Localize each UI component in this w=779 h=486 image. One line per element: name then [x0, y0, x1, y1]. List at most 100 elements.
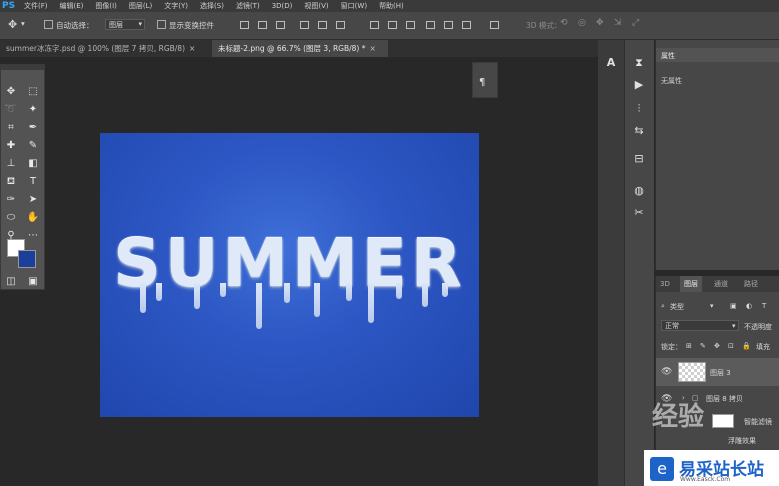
- tab-layers[interactable]: 图层: [680, 276, 702, 292]
- align-left-icon[interactable]: [300, 21, 309, 29]
- path-select-icon[interactable]: ➤: [25, 193, 41, 207]
- watermark-jingyan-text: 经验: [652, 402, 705, 432]
- background-color-swatch[interactable]: [18, 250, 36, 268]
- menu-type[interactable]: 文字(Y): [164, 1, 188, 11]
- brush-tool-icon[interactable]: ✎: [25, 139, 41, 153]
- type-tool-icon[interactable]: T: [25, 175, 41, 189]
- clone-stamp-icon[interactable]: ⊥: [3, 157, 19, 171]
- distribute-top-icon[interactable]: [370, 21, 379, 29]
- clone-source-icon[interactable]: ⊟: [631, 152, 647, 166]
- lasso-tool-icon[interactable]: ➰: [3, 103, 19, 117]
- 3d-slide-icon[interactable]: ⇲: [614, 18, 622, 28]
- marquee-tool-icon[interactable]: ⬚: [25, 85, 41, 99]
- filter-pixel-icon[interactable]: ▣: [730, 302, 737, 310]
- 3d-orbit-icon[interactable]: ⟲: [560, 18, 568, 28]
- collapsed-panel[interactable]: ¶: [472, 62, 498, 98]
- distribute-bottom-icon[interactable]: [406, 21, 415, 29]
- magic-wand-icon[interactable]: ✦: [25, 103, 41, 117]
- tab-channels[interactable]: 通道: [710, 276, 732, 292]
- menu-filter[interactable]: 滤镜(T): [236, 1, 260, 11]
- more-tools-icon[interactable]: ⋯: [25, 229, 41, 243]
- chevron-down-icon[interactable]: ▾: [21, 19, 25, 28]
- tab-3d[interactable]: 3D: [656, 276, 674, 292]
- close-icon[interactable]: ×: [370, 44, 376, 53]
- move-tool-icon[interactable]: ✥: [3, 85, 19, 99]
- document-canvas[interactable]: SUMMER: [100, 133, 479, 417]
- align-hcenter-icon[interactable]: [318, 21, 327, 29]
- search-icon: ⌕: [661, 302, 665, 310]
- quick-mask-icon[interactable]: ◫: [3, 275, 19, 289]
- filter-type-icon[interactable]: T: [762, 302, 766, 310]
- 3d-panel-icon[interactable]: ◍: [631, 184, 647, 198]
- menu-window[interactable]: 窗口(W): [341, 1, 367, 11]
- eyedropper-icon[interactable]: ✒: [25, 121, 41, 135]
- menu-3d[interactable]: 3D(D): [272, 2, 293, 10]
- screen-mode-icon[interactable]: ▣: [25, 275, 41, 289]
- menu-bar: PS 文件(F) 编辑(E) 图像(I) 图层(L) 文字(Y) 选择(S) 滤…: [0, 0, 779, 12]
- pen-tool-icon[interactable]: ✑: [3, 193, 19, 207]
- chevron-down-icon[interactable]: ▾: [710, 302, 714, 310]
- menu-help[interactable]: 帮助(H): [379, 1, 404, 11]
- distribute-vcenter-icon[interactable]: [388, 21, 397, 29]
- character-panel-icon[interactable]: A: [603, 56, 619, 70]
- menu-select[interactable]: 选择(S): [200, 1, 224, 11]
- menu-view[interactable]: 视图(V): [304, 1, 328, 11]
- brand-url: Www.Easck.Com: [680, 476, 731, 483]
- filter-name: 浮雕效果: [728, 437, 756, 445]
- tab-paths[interactable]: 路径: [740, 276, 762, 292]
- history-icon[interactable]: ⧗: [631, 56, 647, 70]
- 3d-pan-icon[interactable]: ✥: [596, 18, 604, 28]
- hand-tool-icon[interactable]: ✋: [25, 211, 41, 225]
- lock-position-icon[interactable]: ✥: [714, 342, 720, 350]
- filter-adjust-icon[interactable]: ◐: [746, 302, 752, 310]
- brush-settings-icon[interactable]: ⫶: [631, 102, 647, 116]
- distribute-right-icon[interactable]: [462, 21, 471, 29]
- eraser-icon[interactable]: ◧: [25, 157, 41, 171]
- adjustments-icon[interactable]: ⇆: [631, 124, 647, 138]
- ice-drip: [156, 283, 162, 301]
- paint-bucket-icon[interactable]: ⛾: [3, 175, 19, 189]
- lock-all-icon[interactable]: 🔒: [742, 342, 751, 350]
- distribute-left-icon[interactable]: [426, 21, 435, 29]
- close-icon[interactable]: ×: [189, 44, 195, 53]
- ellipse-tool-icon[interactable]: ⬭: [3, 211, 19, 225]
- properties-tab[interactable]: 属性: [656, 48, 779, 62]
- toolbox-grip[interactable]: [1, 65, 44, 70]
- layer-row-layer3[interactable]: 👁 图层 3: [656, 358, 779, 386]
- align-bottom-icon[interactable]: [276, 21, 285, 29]
- crop-tool-icon[interactable]: ⌗: [3, 121, 19, 135]
- emboss-filter-row[interactable]: 浮雕效果: [656, 436, 779, 448]
- distribute-hcenter-icon[interactable]: [444, 21, 453, 29]
- lock-pixels-icon[interactable]: ✎: [700, 342, 706, 350]
- paragraph-icon[interactable]: ¶: [479, 77, 485, 88]
- show-transform-label: 显示变换控件: [169, 21, 214, 30]
- ice-drip: [194, 283, 200, 309]
- healing-brush-icon[interactable]: ✚: [3, 139, 19, 153]
- layer-filter-select[interactable]: 类型: [670, 302, 684, 312]
- auto-align-icon[interactable]: [490, 21, 499, 29]
- menu-image[interactable]: 图像(I): [95, 1, 117, 11]
- align-top-icon[interactable]: [240, 21, 249, 29]
- tab-untitled-png[interactable]: 未标题-2.png @ 66.7% (图层 3, RGB/8) * ×: [212, 40, 388, 57]
- auto-select-checkbox[interactable]: 自动选择：: [44, 20, 94, 31]
- align-right-icon[interactable]: [336, 21, 345, 29]
- move-tool-icon[interactable]: ✥: [8, 18, 17, 31]
- show-transform-checkbox[interactable]: 显示变换控件: [157, 20, 214, 31]
- auto-select-dropdown[interactable]: 图层 ▾: [105, 19, 145, 30]
- 3d-roll-icon[interactable]: ◎: [578, 18, 586, 28]
- layer-name: 图层 8 拷贝: [706, 395, 743, 403]
- blend-mode-select[interactable]: 正常: [661, 320, 739, 331]
- menu-file[interactable]: 文件(F): [24, 1, 48, 11]
- ice-drip: [442, 283, 448, 297]
- actions-play-icon[interactable]: ▶: [631, 78, 647, 92]
- menu-layer[interactable]: 图层(L): [129, 1, 152, 11]
- eye-icon[interactable]: 👁: [661, 367, 672, 377]
- align-vcenter-icon[interactable]: [258, 21, 267, 29]
- tab-summer-psd[interactable]: summer冰冻字.psd @ 100% (图层 7 拷贝, RGB/8) ×: [0, 40, 208, 57]
- lock-label: 锁定：: [661, 343, 682, 351]
- lock-artboard-icon[interactable]: ⊡: [728, 342, 734, 350]
- 3d-scale-icon[interactable]: ⤢: [632, 18, 639, 28]
- lock-transparent-icon[interactable]: ⊞: [686, 342, 692, 350]
- tools-preset-icon[interactable]: ✂: [631, 206, 647, 220]
- menu-edit[interactable]: 编辑(E): [60, 1, 84, 11]
